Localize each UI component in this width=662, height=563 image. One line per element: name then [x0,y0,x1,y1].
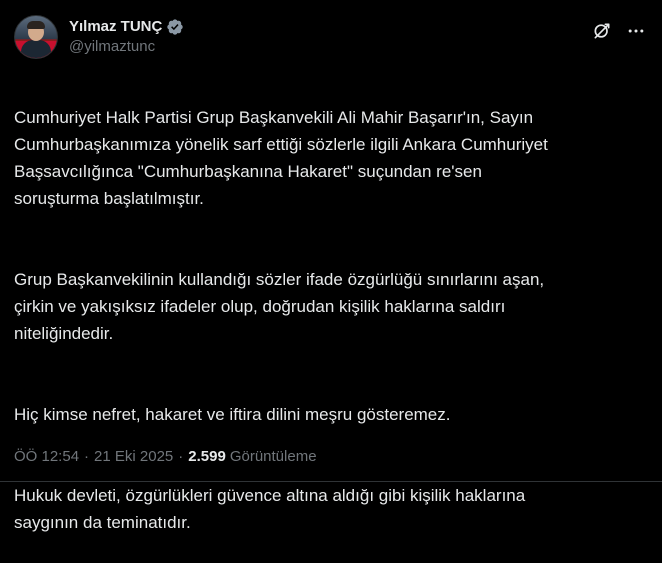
tweet-text: Cumhuriyet Halk Partisi Grup Başkanvekil… [14,77,654,563]
avatar-hair [27,21,45,29]
tweet-paragraph: Grup Başkanvekilinin kullandığı sözler i… [14,270,545,343]
tweet-date[interactable]: 21 Eki 2025 [94,447,173,467]
views-count[interactable]: 2.599 [188,447,226,467]
meta-separator: · [84,448,90,465]
verified-badge-icon[interactable] [166,18,184,36]
author-handle[interactable]: @yilmaztunc [69,37,184,57]
author-info: Yılmaz TUNÇ @yilmaztunc [69,17,184,57]
tweet: Yılmaz TUNÇ @yilmaztunc Cumhuriyet Halk … [0,0,662,532]
tweet-meta: ÖÖ 12:54 · 21 Eki 2025 · 2.599 Görüntüle… [14,447,317,467]
more-icon[interactable] [626,21,646,41]
avatar-suit [21,40,51,58]
meta-separator: · [178,448,184,465]
header-actions [592,21,646,41]
author-display-name[interactable]: Yılmaz TUNÇ [69,17,162,37]
grok-icon[interactable] [592,21,612,41]
tweet-paragraph: Cumhuriyet Halk Partisi Grup Başkanvekil… [14,108,548,208]
author-name-row[interactable]: Yılmaz TUNÇ [69,17,184,37]
tweet-paragraph: Hukuk devleti, özgürlükleri güvence altı… [14,486,526,532]
views-label[interactable]: Görüntüleme [230,447,317,467]
tweet-time[interactable]: ÖÖ 12:54 [14,447,79,467]
avatar[interactable] [14,15,58,59]
tweet-paragraph: Hiç kimse nefret, hakaret ve iftira dili… [14,405,451,424]
tweet-header: Yılmaz TUNÇ @yilmaztunc [14,12,646,62]
